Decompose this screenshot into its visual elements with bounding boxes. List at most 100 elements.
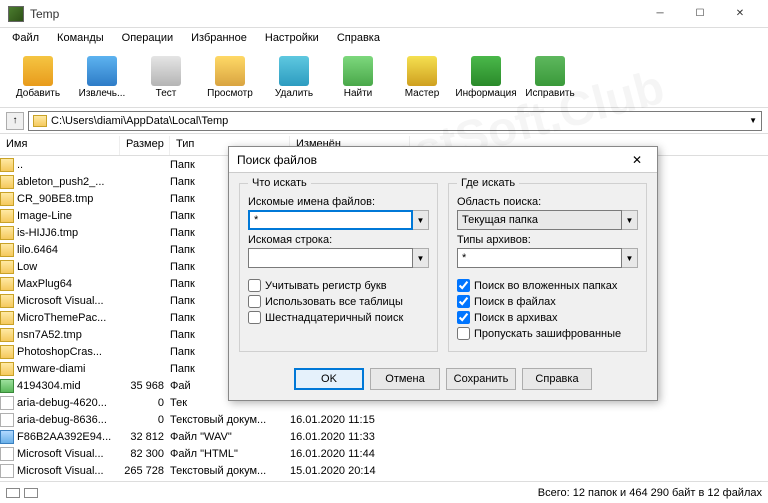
menu-избранное[interactable]: Избранное	[183, 30, 255, 46]
menu-файл[interactable]: Файл	[4, 30, 47, 46]
toolbar-icon	[535, 56, 565, 86]
mid-icon	[0, 379, 14, 393]
file-name: lilo.6464	[17, 244, 58, 256]
txt-icon	[0, 464, 14, 478]
toolbar-Тест[interactable]: Тест	[136, 52, 196, 104]
folder-icon	[0, 260, 14, 274]
file-name: CR_90BE8.tmp	[17, 193, 93, 205]
dialog-title: Поиск файлов	[237, 153, 317, 167]
toolbar-Просмотр[interactable]: Просмотр	[200, 52, 260, 104]
close-button[interactable]: ✕	[720, 2, 760, 26]
table-row[interactable]: aria-debug-8636...0Текстовый докум...16.…	[0, 411, 768, 428]
tables-checkbox[interactable]: Использовать все таблицы	[248, 295, 429, 308]
toolbar-Извлечь...[interactable]: Извлечь...	[72, 52, 132, 104]
titlebar: Temp ─ ☐ ✕	[0, 0, 768, 28]
where-to-search-group: Где искать Область поиска: ▼ Типы архиво…	[448, 183, 647, 352]
files-checkbox[interactable]: Поиск в файлах	[457, 295, 638, 308]
file-size: 82 300	[120, 448, 170, 460]
toolbar-Исправить[interactable]: Исправить	[520, 52, 580, 104]
file-modified: 16.01.2020 11:15	[290, 414, 410, 426]
toolbar-label: Мастер	[405, 88, 440, 99]
file-name: is-HIJJ6.tmp	[17, 227, 78, 239]
status-text: Всего: 12 папок и 464 290 байт в 12 файл…	[538, 487, 762, 499]
toolbar-Добавить[interactable]: Добавить	[8, 52, 68, 104]
file-type: Текстовый докум...	[170, 465, 290, 477]
find-dialog: Поиск файлов ✕ Что искать Искомые имена …	[228, 146, 658, 401]
skip-encrypted-checkbox[interactable]: Пропускать зашифрованные	[457, 327, 638, 340]
filenames-label: Искомые имена файлов:	[248, 196, 429, 208]
folder-icon	[33, 115, 47, 127]
file-name: vmware-diami	[17, 363, 85, 375]
table-row[interactable]: F86B2AA392E94...32 812Файл "WAV"16.01.20…	[0, 428, 768, 445]
file-modified: 16.01.2020 11:44	[290, 448, 410, 460]
case-checkbox[interactable]: Учитывать регистр букв	[248, 279, 429, 292]
file-size: 35 968	[120, 380, 170, 392]
toolbar-icon	[279, 56, 309, 86]
toolbar-label: Тест	[156, 88, 177, 99]
dialog-titlebar: Поиск файлов ✕	[229, 147, 657, 173]
string-input[interactable]	[248, 248, 413, 268]
column-name[interactable]: Имя	[0, 136, 120, 155]
dialog-close-button[interactable]: ✕	[625, 150, 649, 170]
column-size[interactable]: Размер	[120, 136, 170, 155]
file-size: 0	[120, 414, 170, 426]
file-type: Файл "HTML"	[170, 448, 290, 460]
status-icon	[24, 488, 38, 498]
folder-icon	[0, 175, 14, 189]
types-input[interactable]	[457, 248, 622, 268]
hex-checkbox[interactable]: Шестнадцатеричный поиск	[248, 311, 429, 324]
toolbar-Мастер[interactable]: Мастер	[392, 52, 452, 104]
toolbar-icon	[215, 56, 245, 86]
file-icon	[0, 447, 14, 461]
chevron-down-icon[interactable]: ▼	[413, 248, 429, 268]
file-name: F86B2AA392E94...	[17, 431, 111, 443]
string-label: Искомая строка:	[248, 234, 429, 246]
up-button[interactable]: ↑	[6, 112, 24, 130]
toolbar-label: Добавить	[16, 88, 60, 99]
maximize-button[interactable]: ☐	[680, 2, 720, 26]
archives-checkbox[interactable]: Поиск в архивах	[457, 311, 638, 324]
toolbar-icon	[23, 56, 53, 86]
menu-команды[interactable]: Команды	[49, 30, 112, 46]
help-button[interactable]: Справка	[522, 368, 592, 390]
toolbar-label: Исправить	[525, 88, 574, 99]
where-legend: Где искать	[457, 177, 519, 189]
file-name: nsn7A52.tmp	[17, 329, 82, 341]
toolbar-icon	[343, 56, 373, 86]
minimize-button[interactable]: ─	[640, 2, 680, 26]
menu-настройки[interactable]: Настройки	[257, 30, 327, 46]
file-name: Microsoft Visual...	[17, 465, 104, 477]
file-name: aria-debug-4620...	[17, 397, 107, 409]
file-name: Microsoft Visual...	[17, 448, 104, 460]
file-name: ableton_push2_...	[17, 176, 104, 188]
chevron-down-icon[interactable]: ▼	[749, 116, 757, 125]
cancel-button[interactable]: Отмена	[370, 368, 440, 390]
table-row[interactable]: Microsoft Visual... 82 300Файл "HTML"16.0…	[0, 445, 768, 462]
folder-icon	[0, 328, 14, 342]
txt-icon	[0, 396, 14, 410]
folder-icon	[0, 209, 14, 223]
file-name: Low	[17, 261, 37, 273]
save-button[interactable]: Сохранить	[446, 368, 516, 390]
filenames-input[interactable]	[248, 210, 413, 230]
menu-операции[interactable]: Операции	[114, 30, 181, 46]
menu-справка[interactable]: Справка	[329, 30, 388, 46]
toolbar-Информация[interactable]: Информация	[456, 52, 516, 104]
window-title: Temp	[30, 7, 640, 21]
what-legend: Что искать	[248, 177, 311, 189]
table-row[interactable]: Microsoft Visual...265 728Текстовый доку…	[0, 462, 768, 479]
toolbar-Найти[interactable]: Найти	[328, 52, 388, 104]
ok-button[interactable]: OK	[294, 368, 364, 390]
file-type: Файл "WAV"	[170, 431, 290, 443]
subfolders-checkbox[interactable]: Поиск во вложенных папках	[457, 279, 638, 292]
wav-icon	[0, 430, 14, 444]
chevron-down-icon[interactable]: ▼	[622, 248, 638, 268]
file-name: aria-debug-8636...	[17, 414, 107, 426]
toolbar-Удалить[interactable]: Удалить	[264, 52, 324, 104]
file-name: ..	[17, 159, 23, 171]
chevron-down-icon[interactable]: ▼	[413, 210, 429, 230]
path-input[interactable]: C:\Users\diami\AppData\Local\Temp ▼	[28, 111, 762, 131]
scope-select[interactable]	[457, 210, 622, 230]
file-name: MicroThemePac...	[17, 312, 106, 324]
chevron-down-icon[interactable]: ▼	[622, 210, 638, 230]
